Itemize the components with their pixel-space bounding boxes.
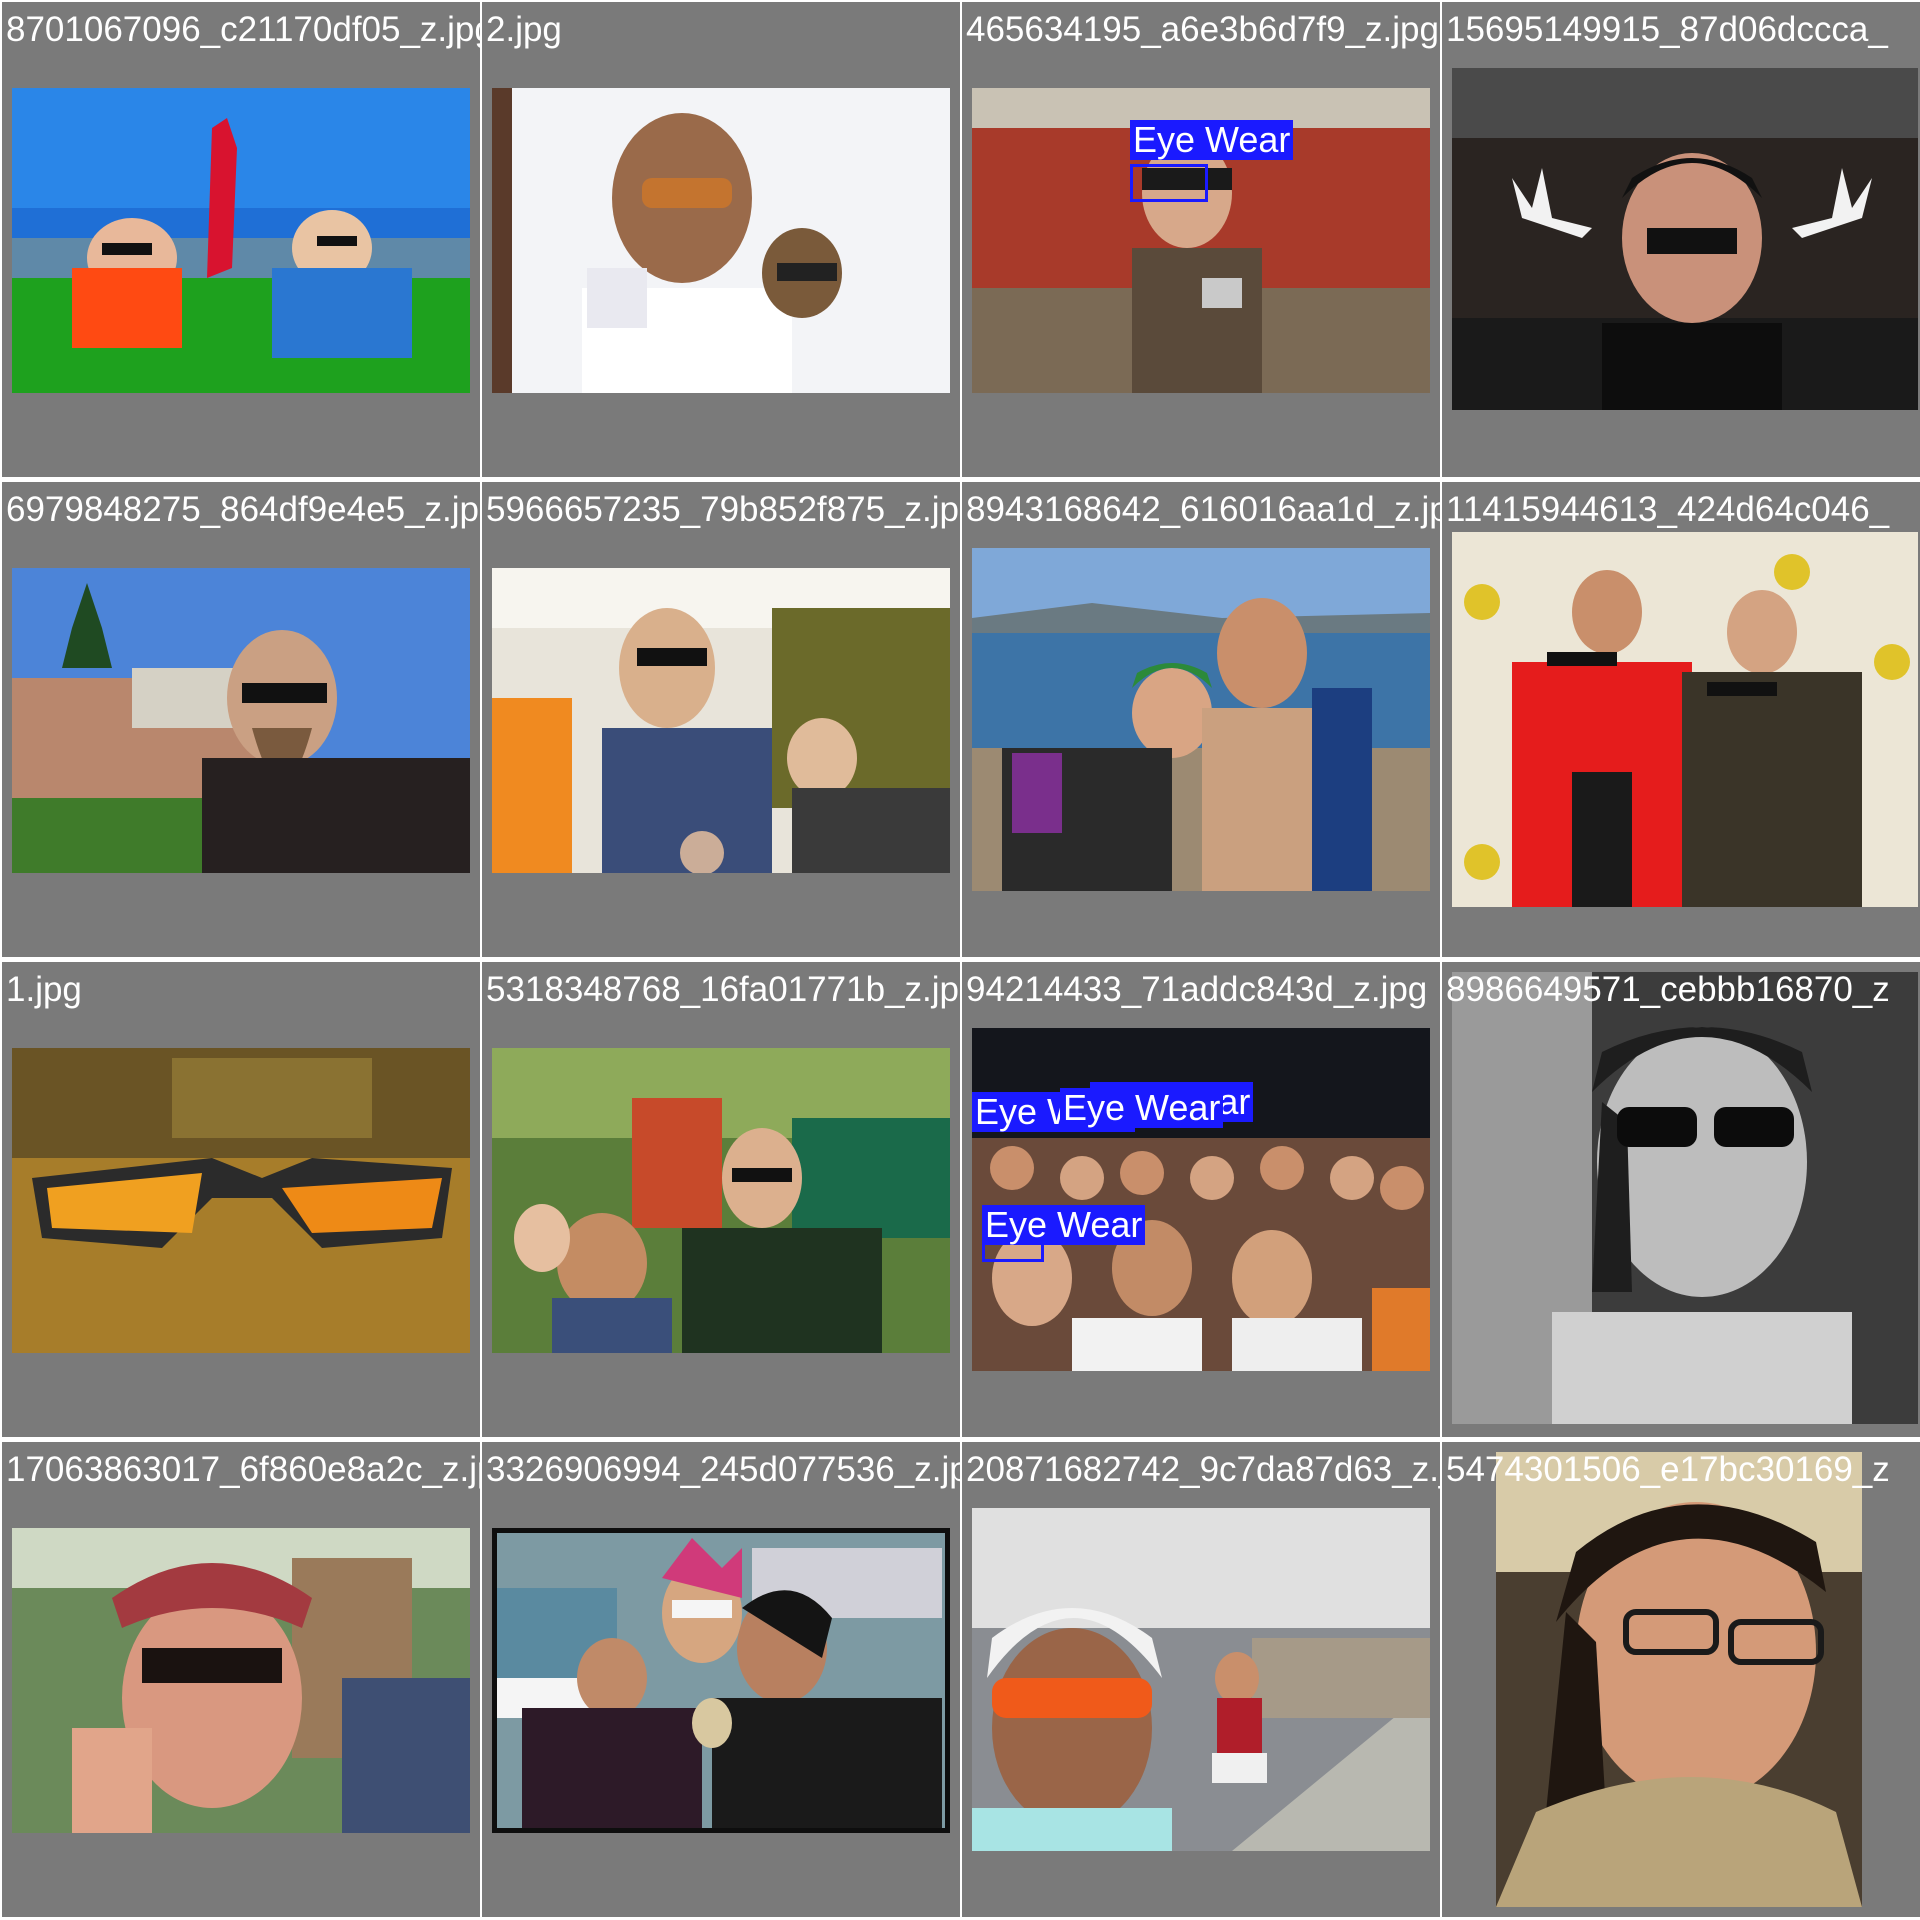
eyewear-detection-box (1130, 164, 1208, 202)
grid-cell[interactable]: 11415944613_424d64c046_ (1442, 482, 1920, 957)
filename-label: 3326906994_245d077536_z.jpg (486, 1450, 960, 1489)
photo-thumbnail[interactable] (492, 1048, 950, 1353)
grid-cell[interactable]: 8986649571_cebbb16870_z (1442, 962, 1920, 1437)
photo-thumbnail[interactable] (972, 1028, 1430, 1371)
filename-label: 17063863017_6f860e8a2c_z.jpg (6, 1450, 480, 1489)
grid-cell[interactable]: 465634195_a6e3b6d7f9_z.jpg Eye Wear (962, 2, 1440, 477)
photo-thumbnail[interactable] (492, 88, 950, 393)
eyewear-detection-label: Eye Wear (1130, 120, 1294, 160)
filename-label: 5318348768_16fa01771b_z.jpg (486, 970, 960, 1009)
grid-cell[interactable]: 2.jpg (482, 2, 960, 477)
photo-thumbnail[interactable] (1452, 532, 1918, 907)
grid-cell[interactable]: 94214433_71addc843d_z.jpg Eye Wear Eye W… (962, 962, 1440, 1437)
grid-cell[interactable]: 20871682742_9c7da87d63_z.jpg (962, 1442, 1440, 1917)
filename-label: 5474301506_e17bc30169_z (1446, 1450, 1890, 1489)
filename-label: 8986649571_cebbb16870_z (1446, 970, 1890, 1009)
filename-label: 20871682742_9c7da87d63_z.jpg (966, 1450, 1440, 1489)
photo-thumbnail[interactable] (12, 1528, 470, 1833)
filename-label: 5966657235_79b852f875_z.jpg (486, 490, 960, 529)
photo-thumbnail[interactable] (492, 568, 950, 873)
photo-thumbnail[interactable] (1496, 1452, 1862, 1907)
grid-cell[interactable]: 8943168642_616016aa1d_z.jpg (962, 482, 1440, 957)
eyewear-detection-label: Eye Wear (982, 1205, 1146, 1245)
photo-thumbnail[interactable] (1452, 68, 1918, 410)
grid-cell[interactable]: 17063863017_6f860e8a2c_z.jpg (2, 1442, 480, 1917)
filename-label: 2.jpg (486, 10, 562, 49)
eyewear-detection-label: Eye Wear (1060, 1088, 1224, 1128)
image-grid: 8701067096_c21170df05_z.jpg 2.jpg 465634… (0, 0, 1920, 1920)
filename-label: 8701067096_c21170df05_z.jpg (6, 10, 480, 49)
filename-label: 1.jpg (6, 970, 82, 1009)
filename-label: 94214433_71addc843d_z.jpg (966, 970, 1428, 1009)
filename-label: 465634195_a6e3b6d7f9_z.jpg (966, 10, 1439, 49)
filename-label: 15695149915_87d06dccca_ (1446, 10, 1888, 49)
grid-cell[interactable]: 5318348768_16fa01771b_z.jpg (482, 962, 960, 1437)
filename-label: 6979848275_864df9e4e5_z.jpg (6, 490, 480, 529)
grid-cell[interactable]: 1.jpg (2, 962, 480, 1437)
grid-cell[interactable]: 8701067096_c21170df05_z.jpg (2, 2, 480, 477)
photo-thumbnail[interactable] (12, 568, 470, 873)
grid-cell[interactable]: 15695149915_87d06dccca_ (1442, 2, 1920, 477)
photo-thumbnail[interactable] (972, 548, 1430, 891)
filename-label: 11415944613_424d64c046_ (1446, 490, 1890, 529)
grid-cell[interactable]: 5966657235_79b852f875_z.jpg (482, 482, 960, 957)
photo-thumbnail[interactable] (972, 1508, 1430, 1851)
filename-label: 8943168642_616016aa1d_z.jpg (966, 490, 1440, 529)
grid-cell[interactable]: 5474301506_e17bc30169_z (1442, 1442, 1920, 1917)
photo-thumbnail[interactable] (12, 88, 470, 393)
eyewear-detection-box (982, 1242, 1044, 1262)
photo-thumbnail[interactable] (12, 1048, 470, 1353)
grid-cell[interactable]: 3326906994_245d077536_z.jpg (482, 1442, 960, 1917)
grid-cell[interactable]: 6979848275_864df9e4e5_z.jpg (2, 482, 480, 957)
photo-thumbnail[interactable] (1452, 972, 1918, 1424)
photo-thumbnail[interactable] (492, 1528, 950, 1833)
